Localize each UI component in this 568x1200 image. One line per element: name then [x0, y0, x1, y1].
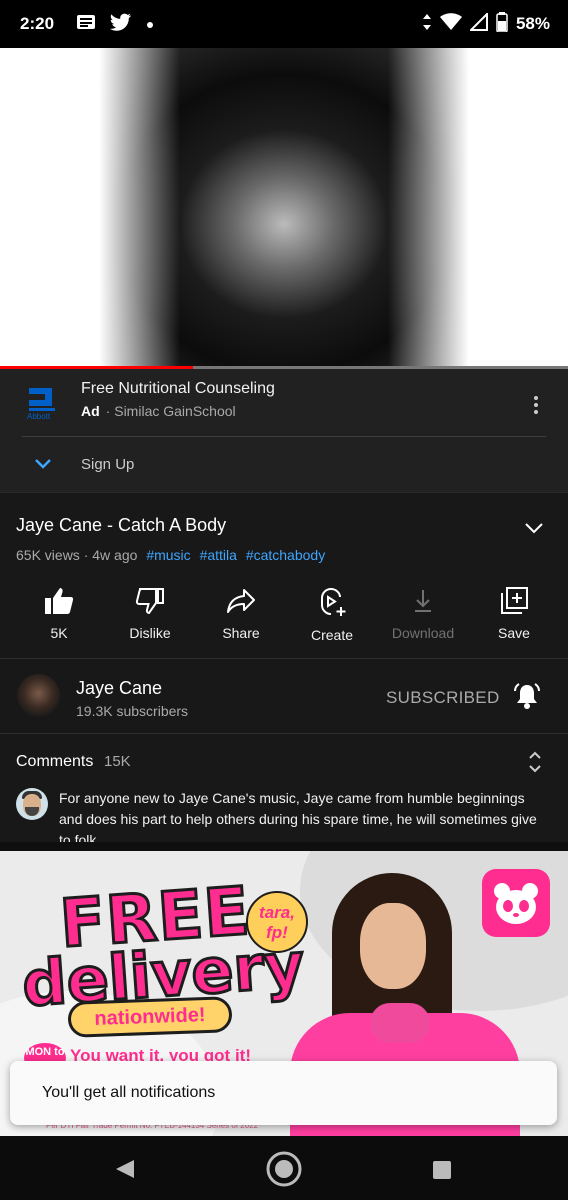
comments-count: 15K — [104, 753, 131, 770]
notification-bell-icon[interactable] — [512, 681, 542, 716]
video-info: Jaye Cane - Catch A Body 65K views · 4w … — [0, 492, 568, 658]
snackbar-message: You'll get all notifications — [42, 1084, 216, 1101]
save-button[interactable]: Save — [469, 587, 559, 641]
ad-separator: · — [105, 403, 111, 419]
comments-header: Comments — [16, 753, 94, 770]
hashtag-attila[interactable]: #attila — [200, 547, 237, 563]
thumbs-up-icon — [14, 587, 104, 615]
dislike-label: Dislike — [129, 625, 171, 641]
download-button[interactable]: Download — [378, 587, 468, 641]
save-label: Save — [498, 625, 530, 641]
dot-icon — [146, 14, 154, 34]
like-button[interactable]: 5K — [14, 587, 104, 641]
share-label: Share — [222, 625, 260, 641]
action-bar: 5K Dislike Share Create Download Save — [0, 587, 568, 647]
foodpanda-logo — [482, 869, 550, 937]
ad-badge: Ad — [81, 403, 100, 419]
twitter-icon — [110, 13, 132, 36]
save-icon — [469, 587, 559, 615]
hashtag-music[interactable]: #music — [146, 547, 190, 563]
download-icon — [378, 587, 468, 615]
download-label: Download — [391, 625, 455, 641]
ad-title[interactable]: Free Nutritional Counseling — [81, 380, 275, 398]
like-count: 5K — [50, 625, 68, 641]
more-options-icon[interactable] — [530, 395, 542, 415]
section-separator — [0, 842, 568, 851]
home-icon[interactable] — [265, 1150, 303, 1193]
video-title[interactable]: Jaye Cane - Catch A Body — [16, 515, 226, 536]
expand-collapse-icon[interactable] — [527, 750, 543, 779]
system-nav-bar — [0, 1136, 568, 1200]
expand-description-icon[interactable] — [524, 521, 544, 539]
subscribed-button[interactable]: SUBSCRIBED — [386, 688, 500, 708]
ad-card[interactable]: Abbott Free Nutritional Counseling Ad · S… — [0, 369, 568, 492]
ad-subline: Ad · Similac GainSchool — [81, 403, 236, 419]
dislike-button[interactable]: Dislike — [105, 587, 195, 641]
news-icon — [76, 14, 96, 35]
channel-name[interactable]: Jaye Cane — [76, 678, 162, 699]
chevron-down-icon[interactable] — [34, 457, 52, 475]
upload-age: 4w ago — [92, 547, 138, 563]
share-icon — [196, 587, 286, 615]
vignette-right — [388, 48, 568, 368]
back-icon[interactable] — [114, 1158, 136, 1185]
snackbar: You'll get all notifications — [10, 1061, 557, 1125]
hashtag-catchabody[interactable]: #catchabody — [246, 547, 325, 563]
divider — [22, 436, 546, 437]
vignette-left — [0, 48, 180, 368]
video-player[interactable] — [0, 48, 568, 368]
comments-section[interactable]: Comments 15K For anyone new to Jaye Cane… — [0, 734, 568, 848]
sign-up-button[interactable]: Sign Up — [81, 456, 134, 473]
recent-apps-icon[interactable] — [432, 1160, 452, 1185]
banner-pill: nationwide! — [67, 996, 233, 1038]
ad-advertiser: Similac GainSchool — [114, 403, 236, 419]
video-meta: 65K views · 4w ago #music #attila #catch… — [16, 547, 325, 563]
clock: 2:20 — [20, 14, 55, 33]
thumbs-down-icon — [105, 587, 195, 615]
wifi-icon — [439, 12, 462, 36]
meta-separator: · — [83, 547, 89, 563]
status-bar: 2:20 58% — [0, 0, 568, 48]
create-button[interactable]: Create — [287, 587, 377, 643]
channel-row[interactable]: Jaye Cane 19.3K subscribers SUBSCRIBED — [0, 658, 568, 734]
battery-percent: 58% — [515, 14, 550, 33]
abbott-logo: Abbott — [26, 386, 58, 421]
model-face — [360, 903, 426, 989]
view-count: 65K views — [16, 547, 80, 563]
channel-avatar[interactable] — [17, 674, 60, 717]
battery-icon — [496, 11, 508, 37]
model-collar — [370, 1003, 430, 1043]
share-button[interactable]: Share — [196, 587, 286, 641]
subscriber-count: 19.3K subscribers — [76, 703, 189, 719]
create-label: Create — [310, 627, 354, 643]
commenter-avatar[interactable] — [16, 788, 48, 820]
signal-icon — [468, 11, 488, 36]
data-arrows-icon — [422, 13, 432, 35]
create-icon — [287, 587, 377, 617]
svg-text:Abbott: Abbott — [27, 412, 51, 420]
